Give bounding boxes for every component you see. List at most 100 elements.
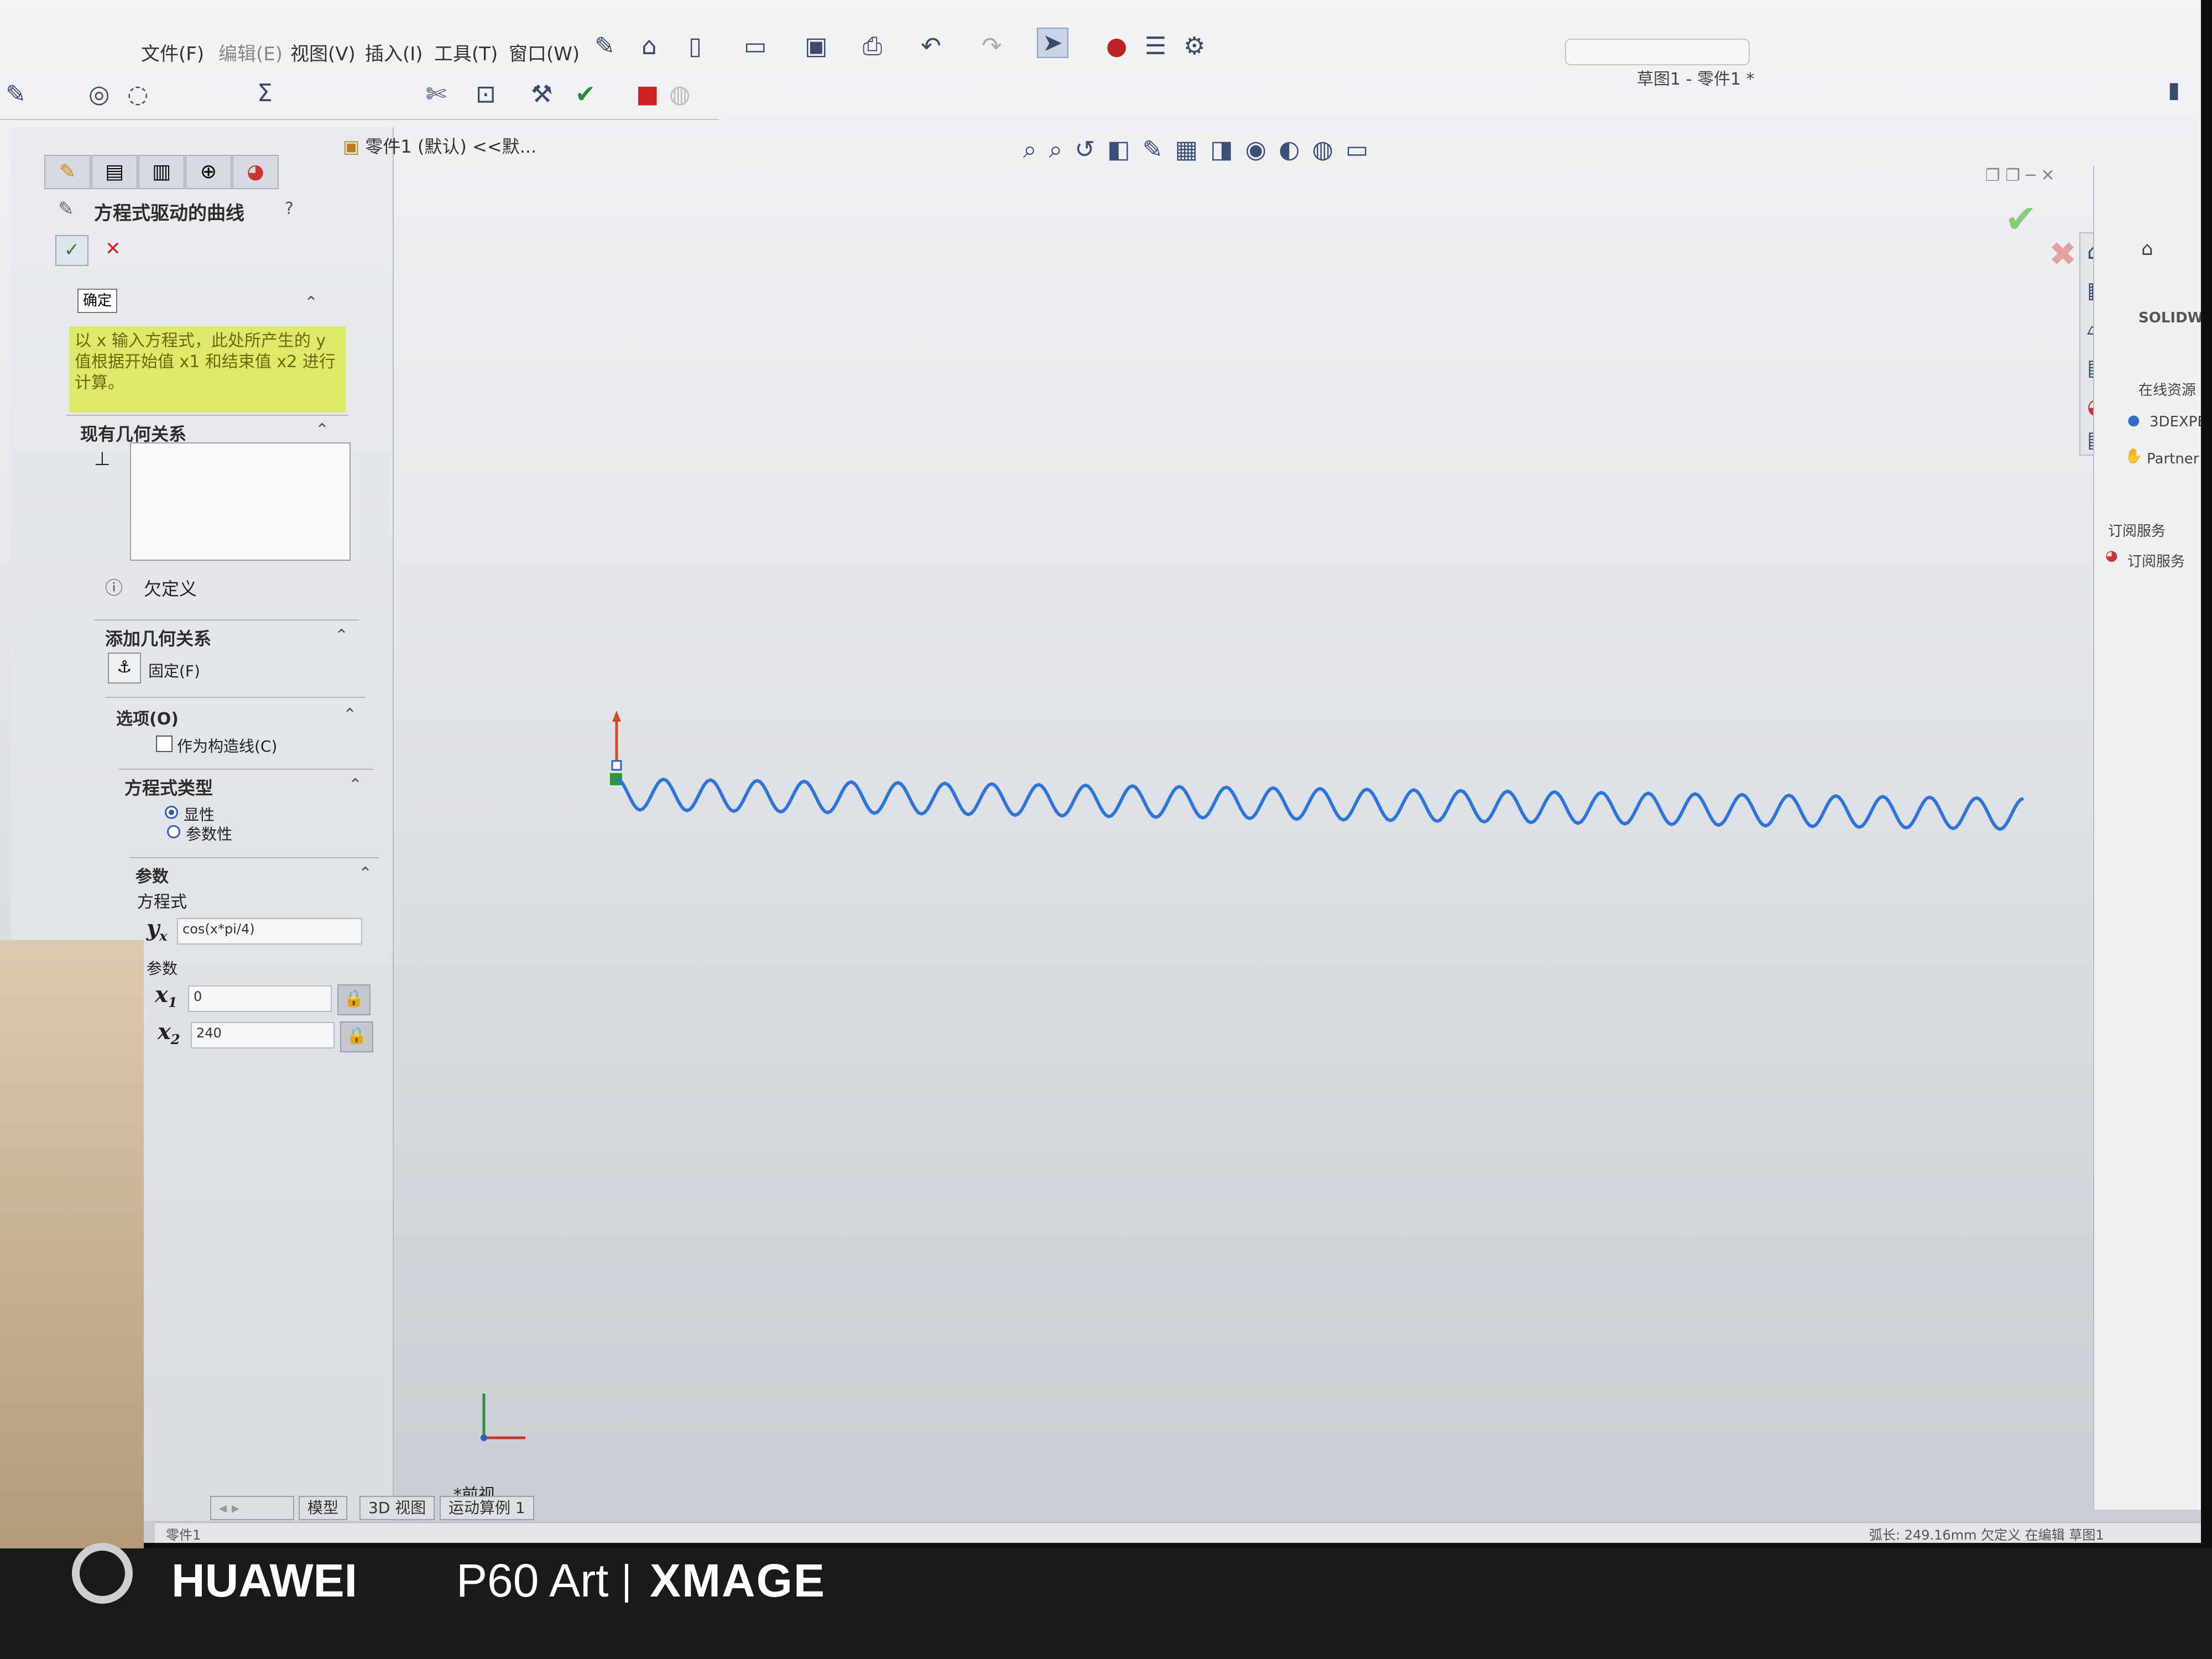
axis-triad bbox=[481, 1394, 525, 1441]
subscription-header: 订阅服务 bbox=[2108, 523, 2166, 540]
options-gear-icon[interactable]: ⚙ bbox=[1183, 32, 1205, 60]
watermark-xmage: XMAGE bbox=[650, 1554, 826, 1606]
existing-relations-collapse-icon[interactable]: ⌃ bbox=[315, 420, 329, 440]
menu-tools[interactable]: 工具(T) bbox=[434, 39, 498, 66]
menu-window[interactable]: 窗口(W) bbox=[509, 39, 580, 66]
equation-type-collapse-icon[interactable]: ⌃ bbox=[348, 775, 362, 795]
tab-motion-study[interactable]: 运动算例 1 bbox=[440, 1496, 534, 1520]
help-icon[interactable]: ? bbox=[285, 199, 294, 218]
open-folder-icon[interactable]: ▭ bbox=[744, 32, 767, 60]
graphics-area[interactable] bbox=[406, 127, 2088, 1510]
message-box: 以 x 输入方程式，此处所产生的 y 值根据开始值 x1 和结束值 x2 进行计… bbox=[69, 326, 346, 413]
watermark-model: P60 Art bbox=[456, 1554, 609, 1606]
solidworks-resources-title: SOLIDWO bbox=[2138, 310, 2201, 326]
status-info: 弧长: 249.16mm 欠定义 在编辑 草图1 bbox=[1869, 1527, 2104, 1543]
x1-lock-icon[interactable]: 🔒 bbox=[337, 984, 371, 1015]
smart-dimension-icon[interactable]: ◎ bbox=[88, 80, 109, 108]
ok-button[interactable]: ✓ bbox=[55, 235, 88, 266]
params-sub-label: 参数 bbox=[147, 959, 178, 978]
subscription-link[interactable]: 订阅服务 bbox=[2127, 550, 2185, 571]
options-header: 选项(O) bbox=[116, 709, 179, 729]
menu-insert[interactable]: 插入(I) bbox=[365, 39, 423, 66]
construction-label: 作为构造线(C) bbox=[177, 737, 278, 755]
line-tool-icon[interactable]: ◌ bbox=[127, 80, 148, 108]
info-icon: ⓘ bbox=[105, 577, 123, 598]
tab-property-manager[interactable]: ▤ bbox=[91, 155, 138, 189]
construction-checkbox[interactable] bbox=[156, 735, 173, 752]
traffic-light-icon[interactable]: ● bbox=[1106, 32, 1127, 60]
pin-icon[interactable]: ✎ bbox=[594, 32, 615, 60]
monitor: 文件(F) 编辑(E) 视图(V) 插入(I) 工具(T) 窗口(W) ✎ ⌂ … bbox=[0, 0, 2212, 1548]
constraint-status: 欠定义 bbox=[144, 578, 197, 599]
confirm-cancel-icon[interactable]: ✖ bbox=[2049, 235, 2077, 274]
tab-configuration-manager[interactable]: ▥ bbox=[138, 155, 185, 189]
message-collapse-icon[interactable]: ⌃ bbox=[304, 293, 318, 312]
3dexperience-link[interactable]: 3DEXPERI bbox=[2150, 414, 2201, 430]
confirm-ok-icon[interactable]: ✔ bbox=[2005, 196, 2037, 242]
task-home-small-icon[interactable]: ⌂ bbox=[2141, 238, 2153, 260]
save-icon[interactable]: ▣ bbox=[805, 32, 828, 60]
add-relations-collapse-icon[interactable]: ⌃ bbox=[335, 626, 348, 645]
sketch-tool-icon[interactable]: ✎ bbox=[6, 80, 26, 108]
x1-label: x1 bbox=[155, 982, 178, 1010]
desk-surface bbox=[0, 940, 144, 1548]
menu-bar: 文件(F) 编辑(E) 视图(V) 插入(I) 工具(T) 窗口(W) ✎ ⌂ … bbox=[0, 22, 2201, 72]
equation-curve-icon: ✎ bbox=[58, 198, 74, 220]
equation-type-header: 方程式类型 bbox=[124, 778, 213, 799]
partner-solutions-link[interactable]: Partner So bbox=[2147, 451, 2201, 467]
relation-type-icon: ⊥ bbox=[94, 448, 111, 470]
display-relations-icon[interactable]: ⊡ bbox=[476, 80, 496, 108]
window-restore-icon[interactable]: ❐ ❐ ─ ✕ bbox=[1985, 166, 2055, 185]
fix-relation-icon[interactable]: ⚓ bbox=[108, 653, 141, 684]
rapid-sketch-icon[interactable]: ■ bbox=[636, 80, 659, 108]
trim-icon[interactable]: ✄ bbox=[426, 80, 446, 108]
redo-icon[interactable]: ↷ bbox=[982, 32, 1002, 60]
ok-tooltip: 确定 bbox=[77, 289, 118, 313]
status-part-name: 零件1 bbox=[166, 1527, 201, 1543]
explicit-radio[interactable] bbox=[165, 806, 178, 819]
window-title: 草图1 - 零件1 * bbox=[1637, 70, 1755, 89]
options-collapse-icon[interactable]: ⌃ bbox=[343, 705, 357, 724]
menu-view[interactable]: 视图(V) bbox=[290, 39, 356, 66]
bottom-tabs: ◂ ▸ 模型 3D 视图 运动算例 1 bbox=[210, 1496, 1206, 1521]
tab-3d-view[interactable]: 3D 视图 bbox=[359, 1496, 435, 1520]
pm-title: 方程式驱动的曲线 bbox=[94, 202, 244, 225]
curve-start-point[interactable] bbox=[611, 760, 622, 771]
parametric-radio[interactable] bbox=[167, 825, 180, 838]
existing-relations-list[interactable] bbox=[130, 442, 351, 561]
part-icon: ▣ bbox=[343, 136, 366, 157]
tab-display-manager[interactable]: ◕ bbox=[232, 155, 279, 189]
x2-lock-icon[interactable]: 🔒 bbox=[340, 1021, 373, 1052]
equation-input[interactable]: cos(x*pi/4) bbox=[177, 918, 362, 945]
new-document-icon[interactable]: ▯ bbox=[688, 32, 702, 60]
sum-icon[interactable]: Σ bbox=[257, 79, 273, 107]
watermark-separator bbox=[625, 1564, 628, 1603]
add-relations-header: 添加几何关系 bbox=[105, 628, 212, 649]
x1-input[interactable]: 0 bbox=[188, 985, 332, 1012]
parametric-label: 参数性 bbox=[186, 825, 233, 843]
fix-relation-button[interactable]: 固定(F) bbox=[148, 659, 200, 681]
cancel-button[interactable]: ✕ bbox=[105, 238, 121, 260]
status-bar: 零件1 弧长: 249.16mm 欠定义 在编辑 草图1 bbox=[155, 1522, 2201, 1543]
home-icon[interactable]: ⌂ bbox=[641, 32, 657, 60]
repair-sketch-icon[interactable]: ⚒ bbox=[531, 80, 552, 108]
parameters-header: 参数 bbox=[135, 867, 169, 886]
undo-icon[interactable]: ↶ bbox=[921, 32, 941, 60]
check-sketch-icon[interactable]: ✔ bbox=[575, 80, 596, 108]
panel-toggle-icon[interactable]: ▮ bbox=[2168, 77, 2180, 103]
instant2d-icon[interactable]: ◍ bbox=[669, 80, 690, 108]
select-arrow-icon[interactable]: ➤ bbox=[1037, 28, 1068, 58]
tab-scroll-arrows[interactable]: ◂ ▸ bbox=[210, 1496, 294, 1520]
menu-file[interactable]: 文件(F) bbox=[141, 39, 204, 66]
tab-model[interactable]: 模型 bbox=[299, 1496, 348, 1520]
parameters-collapse-icon[interactable]: ⌃ bbox=[358, 864, 372, 883]
tab-dimxpert[interactable]: ⊕ bbox=[185, 155, 232, 189]
print-icon[interactable]: ⎙ bbox=[863, 32, 882, 60]
search-box[interactable] bbox=[1565, 39, 1750, 65]
menu-edit[interactable]: 编辑(E) bbox=[218, 39, 283, 66]
tab-feature-manager[interactable]: ✎ bbox=[44, 155, 91, 189]
x2-input[interactable]: 240 bbox=[191, 1022, 335, 1048]
watermark-brand: HUAWEI bbox=[171, 1554, 357, 1606]
equation-curve[interactable] bbox=[615, 777, 2025, 831]
file-properties-icon[interactable]: ☰ bbox=[1145, 32, 1166, 60]
